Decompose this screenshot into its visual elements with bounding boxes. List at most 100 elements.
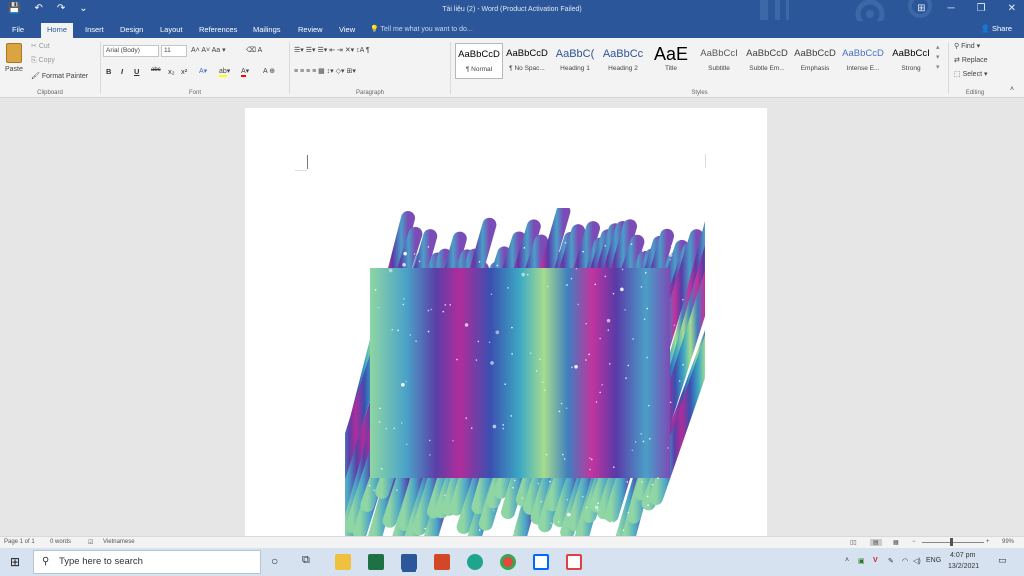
- paste-button[interactable]: Paste: [5, 66, 23, 73]
- style-title[interactable]: AaE Title: [647, 43, 695, 79]
- style-no-spac[interactable]: AaBbCcD ¶ No Spac...: [503, 43, 551, 79]
- sparkle: [373, 489, 375, 492]
- tray-app-icon[interactable]: ▣: [858, 557, 865, 565]
- highlight-icon[interactable]: ab▾: [219, 67, 230, 77]
- sparkle: [595, 401, 598, 403]
- tab-view[interactable]: View: [333, 23, 361, 38]
- snip-tool-icon[interactable]: [566, 554, 582, 570]
- style-name: ¶ Normal: [465, 66, 493, 73]
- tab-home[interactable]: Home: [41, 23, 74, 38]
- edge-icon[interactable]: [467, 554, 483, 570]
- tab-design[interactable]: Design: [114, 23, 149, 38]
- galaxy-scribble-image[interactable]: [345, 208, 705, 536]
- select-button[interactable]: ⬚ Select ▾: [954, 70, 988, 78]
- tab-references[interactable]: References: [193, 23, 243, 38]
- font-color-icon[interactable]: A▾: [241, 67, 249, 77]
- tab-insert[interactable]: Insert: [79, 23, 110, 38]
- language[interactable]: Vietnamese: [103, 539, 135, 545]
- input-language[interactable]: ENG: [926, 557, 941, 564]
- replace-button[interactable]: ⇄ Replace: [954, 56, 988, 64]
- grow-font-icon[interactable]: A˄ A˅ Aa ▾: [191, 46, 226, 54]
- proofing-icon[interactable]: ☑: [88, 539, 93, 546]
- style-subtitle[interactable]: AaBbCcI Subtitle: [695, 43, 743, 79]
- style-subtle-em[interactable]: AaBbCcD Subtle Em...: [743, 43, 791, 79]
- bold-button[interactable]: B: [106, 67, 111, 76]
- volume-icon[interactable]: ◁): [913, 557, 921, 565]
- zalo-icon[interactable]: [533, 554, 549, 570]
- show-hidden-icons[interactable]: ˄: [845, 557, 849, 564]
- zoom-level[interactable]: 99%: [1002, 539, 1014, 545]
- find-button[interactable]: ⚲ Find ▾: [954, 42, 980, 50]
- sparkle: [400, 422, 403, 424]
- copy-icon: ⎘: [31, 57, 39, 64]
- web-layout-icon[interactable]: ▦: [893, 539, 899, 546]
- sparkle: [403, 298, 405, 300]
- zoom-slider[interactable]: [922, 542, 984, 543]
- font-size-select[interactable]: 11: [161, 45, 187, 57]
- style-heading-1[interactable]: AaBbC(Heading 1: [551, 43, 599, 79]
- print-layout-icon[interactable]: ▤: [870, 539, 882, 546]
- bullets-icon[interactable]: ☰▾ ☰▾ ☰▾ ⇤ ⇥ ✕▾ ↕A ¶: [294, 46, 370, 54]
- subscript-button[interactable]: x₂: [168, 67, 175, 76]
- sparkle: [608, 363, 611, 365]
- chrome-icon[interactable]: [500, 554, 516, 570]
- clock-date[interactable]: 13/2/2021: [948, 563, 979, 570]
- ribbon-display-icon[interactable]: ⊞: [917, 3, 925, 14]
- style-emphasis[interactable]: AaBbCcD Emphasis: [791, 43, 839, 79]
- text-effects-icon[interactable]: A▾: [199, 67, 207, 75]
- tab-review[interactable]: Review: [292, 23, 329, 38]
- close-button[interactable]: ✕: [1008, 3, 1016, 14]
- share-button[interactable]: 👤 Share: [981, 24, 1012, 33]
- style-normal[interactable]: AaBbCcD ¶ Normal: [455, 43, 503, 79]
- notifications-icon[interactable]: ▭: [998, 555, 1007, 566]
- underline-button[interactable]: U: [134, 67, 139, 76]
- task-view-icon[interactable]: ⧉: [302, 554, 310, 567]
- copy-button[interactable]: ⎘ Copy: [31, 57, 55, 65]
- word-count[interactable]: 0 words: [50, 539, 71, 545]
- word-icon[interactable]: [401, 554, 417, 570]
- zoom-slider-thumb[interactable]: [950, 538, 953, 546]
- antivirus-icon[interactable]: V: [873, 557, 878, 564]
- search-icon: ⚲: [42, 556, 50, 567]
- style-heading-2[interactable]: AaBbCc Heading 2: [599, 43, 647, 79]
- paste-icon[interactable]: [6, 43, 22, 63]
- zoom-in-button[interactable]: +: [986, 539, 990, 545]
- char-shading-icon[interactable]: A ⊕: [263, 67, 275, 75]
- sparkle: [560, 402, 563, 405]
- tab-layout[interactable]: Layout: [154, 23, 189, 38]
- sparkle: [627, 511, 630, 514]
- superscript-button[interactable]: x²: [181, 67, 187, 76]
- cortana-icon[interactable]: ○: [271, 554, 278, 568]
- wifi-icon[interactable]: ◠: [902, 557, 908, 565]
- tab-mailings[interactable]: Mailings: [247, 23, 287, 38]
- read-mode-icon[interactable]: ▯▯: [850, 539, 857, 546]
- page-count[interactable]: Page 1 of 1: [4, 539, 35, 545]
- maximize-button[interactable]: ❐: [977, 3, 986, 14]
- format-painter-button[interactable]: 🖌 Format Painter: [31, 72, 88, 80]
- powerpoint-icon[interactable]: [434, 554, 450, 570]
- italic-button[interactable]: I: [121, 67, 123, 76]
- file-explorer-icon[interactable]: [335, 554, 351, 570]
- windows-start-icon[interactable]: ⊞: [10, 555, 20, 569]
- pen-icon[interactable]: ✎: [888, 557, 894, 565]
- style-intense-e[interactable]: AaBbCcD Intense E...: [839, 43, 887, 79]
- sparkle: [567, 512, 571, 517]
- strikethrough-button[interactable]: abc: [151, 67, 161, 73]
- taskbar-search[interactable]: ⚲ Type here to search: [33, 550, 261, 574]
- style-strong[interactable]: AaBbCcI Strong: [887, 43, 935, 79]
- align-icons[interactable]: ≡ ≡ ≡ ≡ ▦ ↕▾ ◇▾ ⊞▾: [294, 67, 356, 75]
- font-name-select[interactable]: Arial (Body): [103, 45, 159, 57]
- tab-file[interactable]: File: [6, 23, 30, 38]
- minimize-button[interactable]: ─: [948, 3, 955, 14]
- clock-time[interactable]: 4:07 pm: [950, 552, 975, 559]
- sparkle: [430, 308, 433, 311]
- clear-format-icon[interactable]: ⌫ A: [246, 46, 262, 54]
- excel-icon[interactable]: [368, 554, 384, 570]
- zoom-out-button[interactable]: −: [912, 539, 916, 545]
- tell-me-search[interactable]: 💡 Tell me what you want to do...: [370, 25, 473, 33]
- document-area[interactable]: [0, 98, 1024, 536]
- cut-button[interactable]: ✂ Cut: [31, 42, 50, 50]
- styles-scroll-icon[interactable]: ▴ ▾ ▾: [936, 43, 940, 73]
- sparkle: [409, 334, 412, 336]
- collapse-ribbon-icon[interactable]: ˄: [1010, 86, 1014, 93]
